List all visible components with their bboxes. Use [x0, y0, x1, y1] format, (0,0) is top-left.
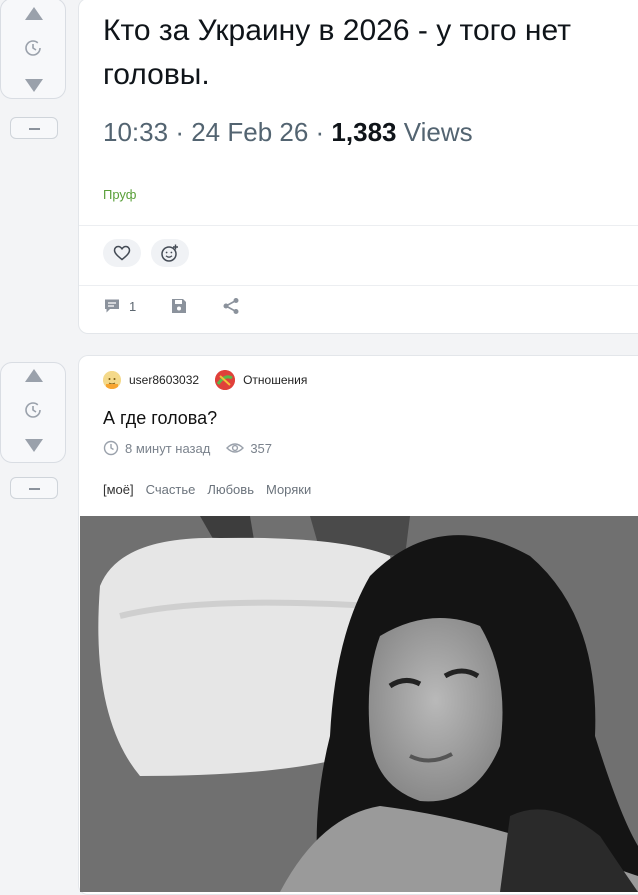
clock-icon [103, 440, 119, 456]
floppy-icon[interactable] [170, 297, 188, 315]
tag-item[interactable]: Счастье [146, 482, 196, 497]
collapse-post-1-button[interactable] [10, 117, 58, 139]
heart-icon [113, 245, 131, 261]
vote-panel-post-1 [0, 0, 66, 99]
tag-item[interactable]: [моё] [103, 482, 134, 497]
tweet-meta: 10:33 · 24 Feb 26 · 1,383 Views [103, 117, 473, 147]
username-link[interactable]: user8603032 [129, 373, 199, 387]
post-1-actions: 1 [103, 297, 240, 315]
emoji-avatar-icon [103, 371, 121, 389]
like-button[interactable] [103, 239, 141, 267]
community-avatar[interactable] [215, 370, 236, 390]
divider [79, 225, 638, 226]
post-time-ago: 8 минут назад [125, 440, 211, 456]
share-icon[interactable] [222, 297, 240, 315]
comment-icon[interactable] [103, 298, 121, 314]
tag-item[interactable]: Моряки [266, 482, 311, 497]
post-image[interactable] [80, 516, 638, 892]
smiley-plus-icon [161, 244, 178, 262]
post-card-1: Кто за Украину в 2026 - у того нет голов… [78, 0, 638, 334]
downvote-icon[interactable] [25, 439, 43, 452]
add-reaction-button[interactable] [151, 239, 189, 267]
collapse-post-2-button[interactable] [10, 477, 58, 499]
post-views-count: 357 [250, 440, 273, 456]
save-for-later-clock-icon[interactable] [24, 401, 42, 419]
community-link[interactable]: Отношения [243, 373, 307, 387]
tweet-views-label: Views [403, 117, 473, 147]
tweet-views-count: 1,383 [331, 117, 397, 147]
tweet-date: 24 Feb 26 [191, 117, 309, 147]
eye-icon [226, 443, 245, 453]
post-meta: 8 минут назад 357 [103, 440, 272, 456]
tag-list: [моё] Счастье Любовь Моряки [103, 482, 311, 497]
upvote-icon[interactable] [25, 369, 43, 382]
post-photo-illustration [80, 516, 638, 892]
downvote-icon[interactable] [25, 79, 43, 92]
post-title[interactable]: А где голова? [103, 408, 217, 429]
divider [79, 285, 638, 286]
comments-count[interactable]: 1 [129, 299, 136, 314]
tag-item[interactable]: Любовь [207, 482, 254, 497]
user-avatar[interactable] [103, 371, 121, 389]
vote-panel-post-2 [0, 362, 66, 463]
post-author-row: user8603032 Отношения [103, 370, 307, 390]
save-for-later-clock-icon[interactable] [24, 39, 42, 57]
tweet-time: 10:33 [103, 117, 169, 147]
community-badge-icon [215, 370, 236, 390]
upvote-icon[interactable] [25, 7, 43, 20]
proof-link[interactable]: Пруф [103, 187, 136, 202]
tweet-text: Кто за Украину в 2026 - у того нет голов… [103, 14, 571, 91]
